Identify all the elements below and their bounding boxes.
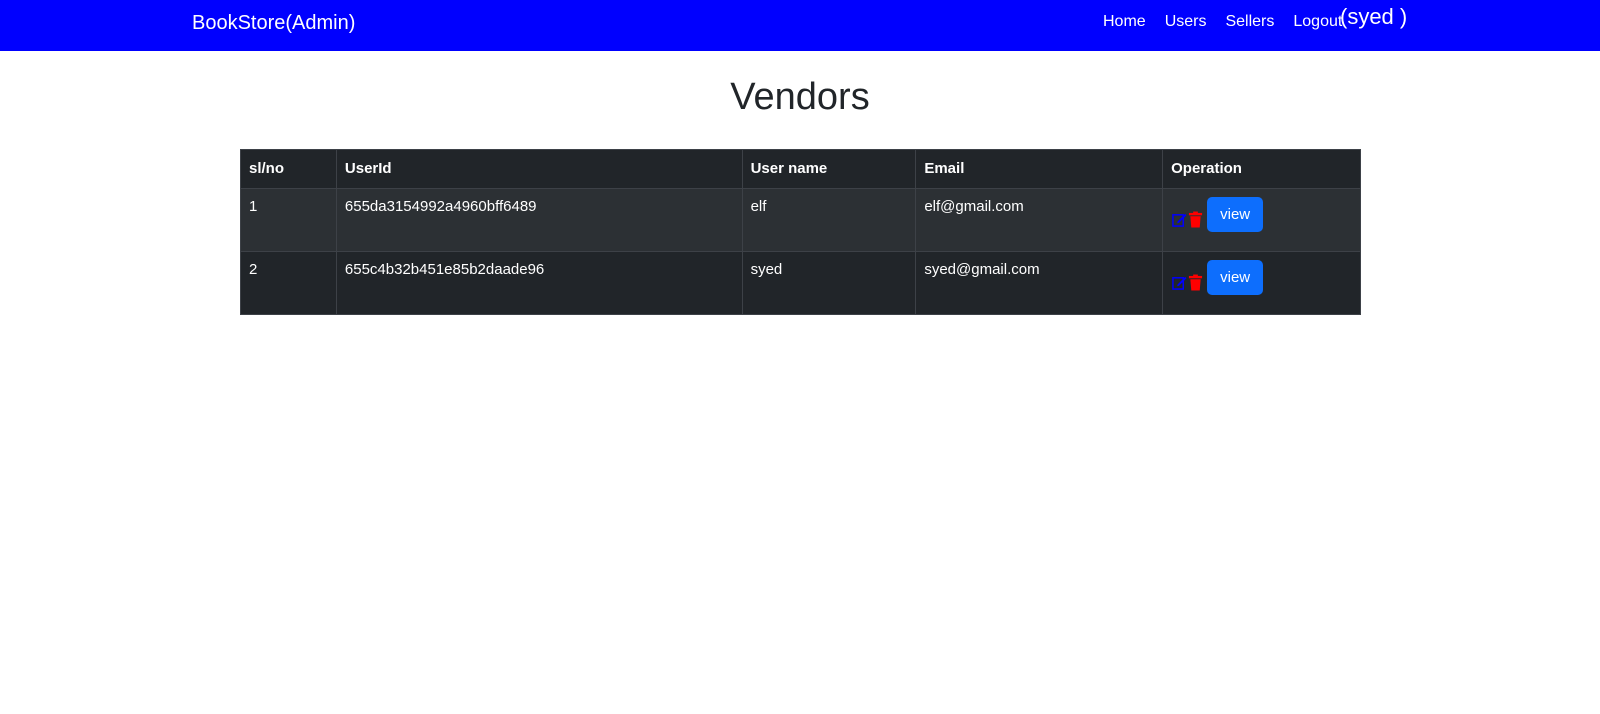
cell-email: elf@gmail.com — [915, 188, 1164, 252]
operation-group: view — [1171, 197, 1352, 232]
nav-users-link[interactable]: Users — [1165, 12, 1207, 32]
nav-home-link[interactable]: Home — [1103, 12, 1146, 32]
trash-icon[interactable] — [1187, 210, 1203, 230]
cell-operation: view — [1162, 188, 1361, 252]
edit-icon[interactable] — [1171, 273, 1187, 293]
top-navbar: BookStore(Admin) Home Users Sellers Logo… — [0, 0, 1600, 51]
cell-user-name: elf — [741, 188, 917, 252]
table-header-row: sl/no UserId User name Email Operation — [240, 149, 1361, 189]
table-row: 1 655da3154992a4960bff6489 elf elf@gmail… — [240, 188, 1361, 252]
current-user-label: (syed ) — [1340, 4, 1408, 29]
trash-icon[interactable] — [1187, 273, 1203, 293]
nav-sellers-link[interactable]: Sellers — [1225, 12, 1274, 32]
header-user-id: UserId — [335, 149, 743, 189]
edit-icon[interactable] — [1171, 210, 1187, 230]
vendors-table: sl/no UserId User name Email Operation 1… — [240, 149, 1361, 315]
nav-logout-link[interactable]: Logout — [1293, 12, 1342, 32]
header-user-name: User name — [741, 149, 917, 189]
view-button[interactable]: view — [1207, 197, 1264, 232]
view-button[interactable]: view — [1207, 260, 1264, 295]
header-sl-no: sl/no — [240, 149, 337, 189]
header-email: Email — [915, 149, 1164, 189]
table-row: 2 655c4b32b451e85b2daade96 syed syed@gma… — [240, 251, 1361, 315]
cell-email: syed@gmail.com — [915, 251, 1164, 315]
page-title: Vendors — [730, 76, 870, 118]
header-operation: Operation — [1162, 149, 1361, 189]
cell-sl-no: 1 — [240, 188, 337, 252]
cell-user-id: 655da3154992a4960bff6489 — [335, 188, 743, 252]
nav-links: Home Users Sellers Logout — [1103, 12, 1342, 32]
cell-user-id: 655c4b32b451e85b2daade96 — [335, 251, 743, 315]
operation-group: view — [1171, 260, 1352, 295]
cell-sl-no: 2 — [240, 251, 337, 315]
cell-operation: view — [1162, 251, 1361, 315]
brand-link[interactable]: BookStore(Admin) — [192, 11, 355, 35]
cell-user-name: syed — [741, 251, 917, 315]
